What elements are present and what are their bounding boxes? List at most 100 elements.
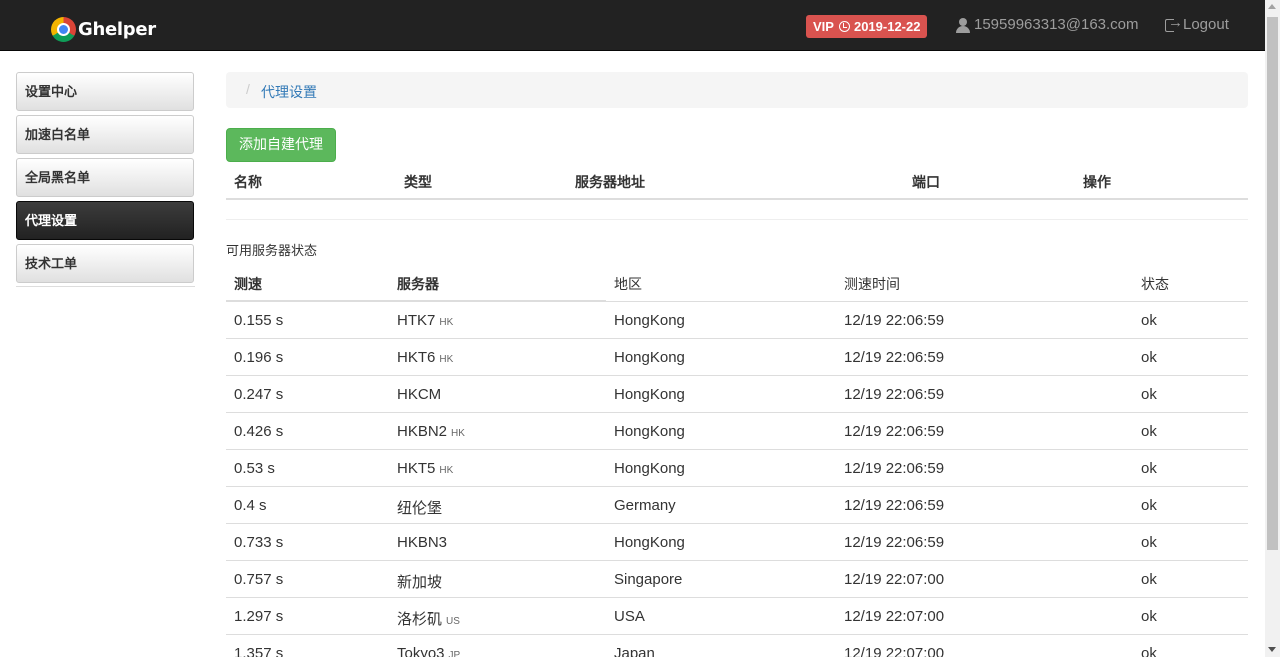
region-cell-text: HongKong xyxy=(614,349,685,366)
server-cell: HKT5 HK xyxy=(397,460,453,477)
table-row: 0.4 s 纽伦堡 Germany 12/19 22:06:59 ok xyxy=(226,487,1248,524)
region-cell: HongKong xyxy=(614,460,685,477)
chrome-logo-icon xyxy=(51,17,76,42)
column-header-region[interactable]: 地区 xyxy=(614,274,642,294)
test-time-cell-text: 12/19 22:06:59 xyxy=(844,460,945,477)
speed-cell: 0.733 s xyxy=(234,534,283,551)
speed-cell-text: 1.357 s xyxy=(234,645,284,657)
brand[interactable]: Ghelper xyxy=(51,17,156,42)
status-cell: ok xyxy=(1141,460,1157,477)
add-custom-proxy-button[interactable]: 添加自建代理 xyxy=(226,128,336,162)
status-cell-text: ok xyxy=(1141,534,1157,551)
server-cell-text: HKBN3 xyxy=(397,534,448,551)
server-cell-text: 洛杉矶 xyxy=(397,611,443,628)
sidebar-item-global-blacklist[interactable]: 全局黑名单 xyxy=(16,158,194,197)
server-cell: 新加坡 xyxy=(397,571,442,592)
region-cell-text: HongKong xyxy=(614,423,685,440)
test-time-cell: 12/19 22:06:59 xyxy=(844,534,944,551)
column-header-status[interactable]: 状态 xyxy=(1141,274,1169,294)
region-cell-text: Japan xyxy=(614,645,655,657)
test-time-cell: 12/19 22:06:59 xyxy=(844,497,944,514)
region-cell-text: HongKong xyxy=(614,460,685,477)
scroll-down-arrow-icon[interactable] xyxy=(1268,647,1276,652)
status-cell-text: ok xyxy=(1141,312,1157,329)
column-header-test-time[interactable]: 测速时间 xyxy=(844,274,900,294)
speed-cell: 0.757 s xyxy=(234,571,283,588)
breadcrumb-current[interactable]: 代理设置 xyxy=(261,82,317,102)
test-time-cell-text: 12/19 22:06:59 xyxy=(844,497,945,514)
test-time-cell: 12/19 22:06:59 xyxy=(844,460,944,477)
speed-cell: 0.53 s xyxy=(234,460,275,477)
column-header-server-address[interactable]: 服务器地址 xyxy=(575,172,645,192)
status-table-body: 0.155 s HTK7 HK HongKong 12/19 22:06:59 ok 0.1… xyxy=(226,302,1248,657)
region-tag: JP xyxy=(448,650,461,657)
column-header-port[interactable]: 端口 xyxy=(912,172,940,192)
region-cell-text: HongKong xyxy=(614,534,685,551)
region-cell-text: HongKong xyxy=(614,312,685,329)
status-cell-text: ok xyxy=(1141,423,1157,440)
speed-cell: 1.297 s xyxy=(234,608,283,625)
test-time-cell: 12/19 22:07:00 xyxy=(844,608,944,625)
table-row: 0.426 s HKBN2 HK HongKong 12/19 22:06:59 ok xyxy=(226,413,1248,450)
sidebar-item-settings-center[interactable]: 设置中心 xyxy=(16,72,194,111)
server-cell: HTK7 HK xyxy=(397,312,453,329)
test-time-cell-text: 12/19 22:06:59 xyxy=(844,312,945,329)
column-header-server[interactable]: 服务器 xyxy=(397,274,439,294)
speed-cell-text: 0.196 s xyxy=(234,349,284,366)
test-time-cell-text: 12/19 22:07:00 xyxy=(844,608,945,625)
table-row: 0.757 s 新加坡 Singapore 12/19 22:07:00 ok xyxy=(226,561,1248,598)
status-cell-text: ok xyxy=(1141,608,1157,625)
table-row: 0.247 s HKCM HongKong 12/19 22:06:59 ok xyxy=(226,376,1248,413)
region-cell: Japan xyxy=(614,645,655,657)
region-cell: HongKong xyxy=(614,423,685,440)
speed-cell-text: 0.4 s xyxy=(234,497,267,514)
server-cell: HKBN2 HK xyxy=(397,423,465,440)
scrollbar-thumb[interactable] xyxy=(1267,17,1278,550)
scroll-up-arrow-icon[interactable] xyxy=(1268,4,1276,9)
page-scrollbar[interactable] xyxy=(1265,0,1280,657)
sidebar-divider xyxy=(16,286,195,287)
region-cell: HongKong xyxy=(614,386,685,403)
column-header-name[interactable]: 名称 xyxy=(234,172,262,192)
speed-cell-text: 1.297 s xyxy=(234,608,284,625)
region-cell-text: Germany xyxy=(614,497,676,514)
region-tag: HK xyxy=(439,317,454,328)
region-cell-text: HongKong xyxy=(614,386,685,403)
test-time-cell: 12/19 22:06:59 xyxy=(844,312,944,329)
brand-name: Ghelper xyxy=(78,19,156,40)
logout-link[interactable]: Logout xyxy=(1165,14,1229,33)
status-cell: ok xyxy=(1141,423,1157,440)
clock-icon xyxy=(838,21,850,32)
server-cell: 纽伦堡 xyxy=(397,497,442,518)
sidebar-item-acceleration-whitelist[interactable]: 加速白名单 xyxy=(16,115,194,154)
sidebar-item-tech-tickets[interactable]: 技术工单 xyxy=(16,244,194,283)
speed-cell-text: 0.426 s xyxy=(234,423,284,440)
breadcrumb: / 代理设置 xyxy=(226,72,1248,108)
status-cell: ok xyxy=(1141,608,1157,625)
speed-cell-text: 0.155 s xyxy=(234,312,284,329)
user-account[interactable]: 15959963313@163.com xyxy=(956,16,1139,33)
test-time-cell-text: 12/19 22:06:59 xyxy=(844,349,945,366)
vip-label: VIP xyxy=(813,19,834,34)
column-header-speed[interactable]: 测速 xyxy=(234,274,262,294)
region-cell: Singapore xyxy=(614,571,682,588)
test-time-cell: 12/19 22:06:59 xyxy=(844,423,944,440)
region-cell-text: USA xyxy=(614,608,645,625)
vip-badge: VIP 2019-12-22 xyxy=(806,15,928,38)
sidebar-item-proxy-settings[interactable]: 代理设置 xyxy=(16,201,194,240)
logout-label: Logout xyxy=(1183,16,1229,33)
region-cell-text: Singapore xyxy=(614,571,683,588)
server-cell-text: HKT5 xyxy=(397,460,436,477)
status-cell: ok xyxy=(1141,386,1157,403)
table-row: 0.733 s HKBN3 HongKong 12/19 22:06:59 ok xyxy=(226,524,1248,561)
region-cell: HongKong xyxy=(614,534,685,551)
test-time-cell: 12/19 22:07:00 xyxy=(844,645,944,657)
region-tag: HK xyxy=(451,428,465,439)
table-row: 0.196 s HKT6 HK HongKong 12/19 22:06:59 ok xyxy=(226,339,1248,376)
table-row: 1.357 s Tokyo3 JP Japan 12/19 22:07:00 ok xyxy=(226,635,1248,657)
speed-cell: 1.357 s xyxy=(234,645,283,657)
status-cell: ok xyxy=(1141,349,1157,366)
column-header-type[interactable]: 类型 xyxy=(404,172,432,192)
server-cell-text: HKT6 xyxy=(397,349,436,366)
server-cell-text: HKBN2 xyxy=(397,423,448,440)
